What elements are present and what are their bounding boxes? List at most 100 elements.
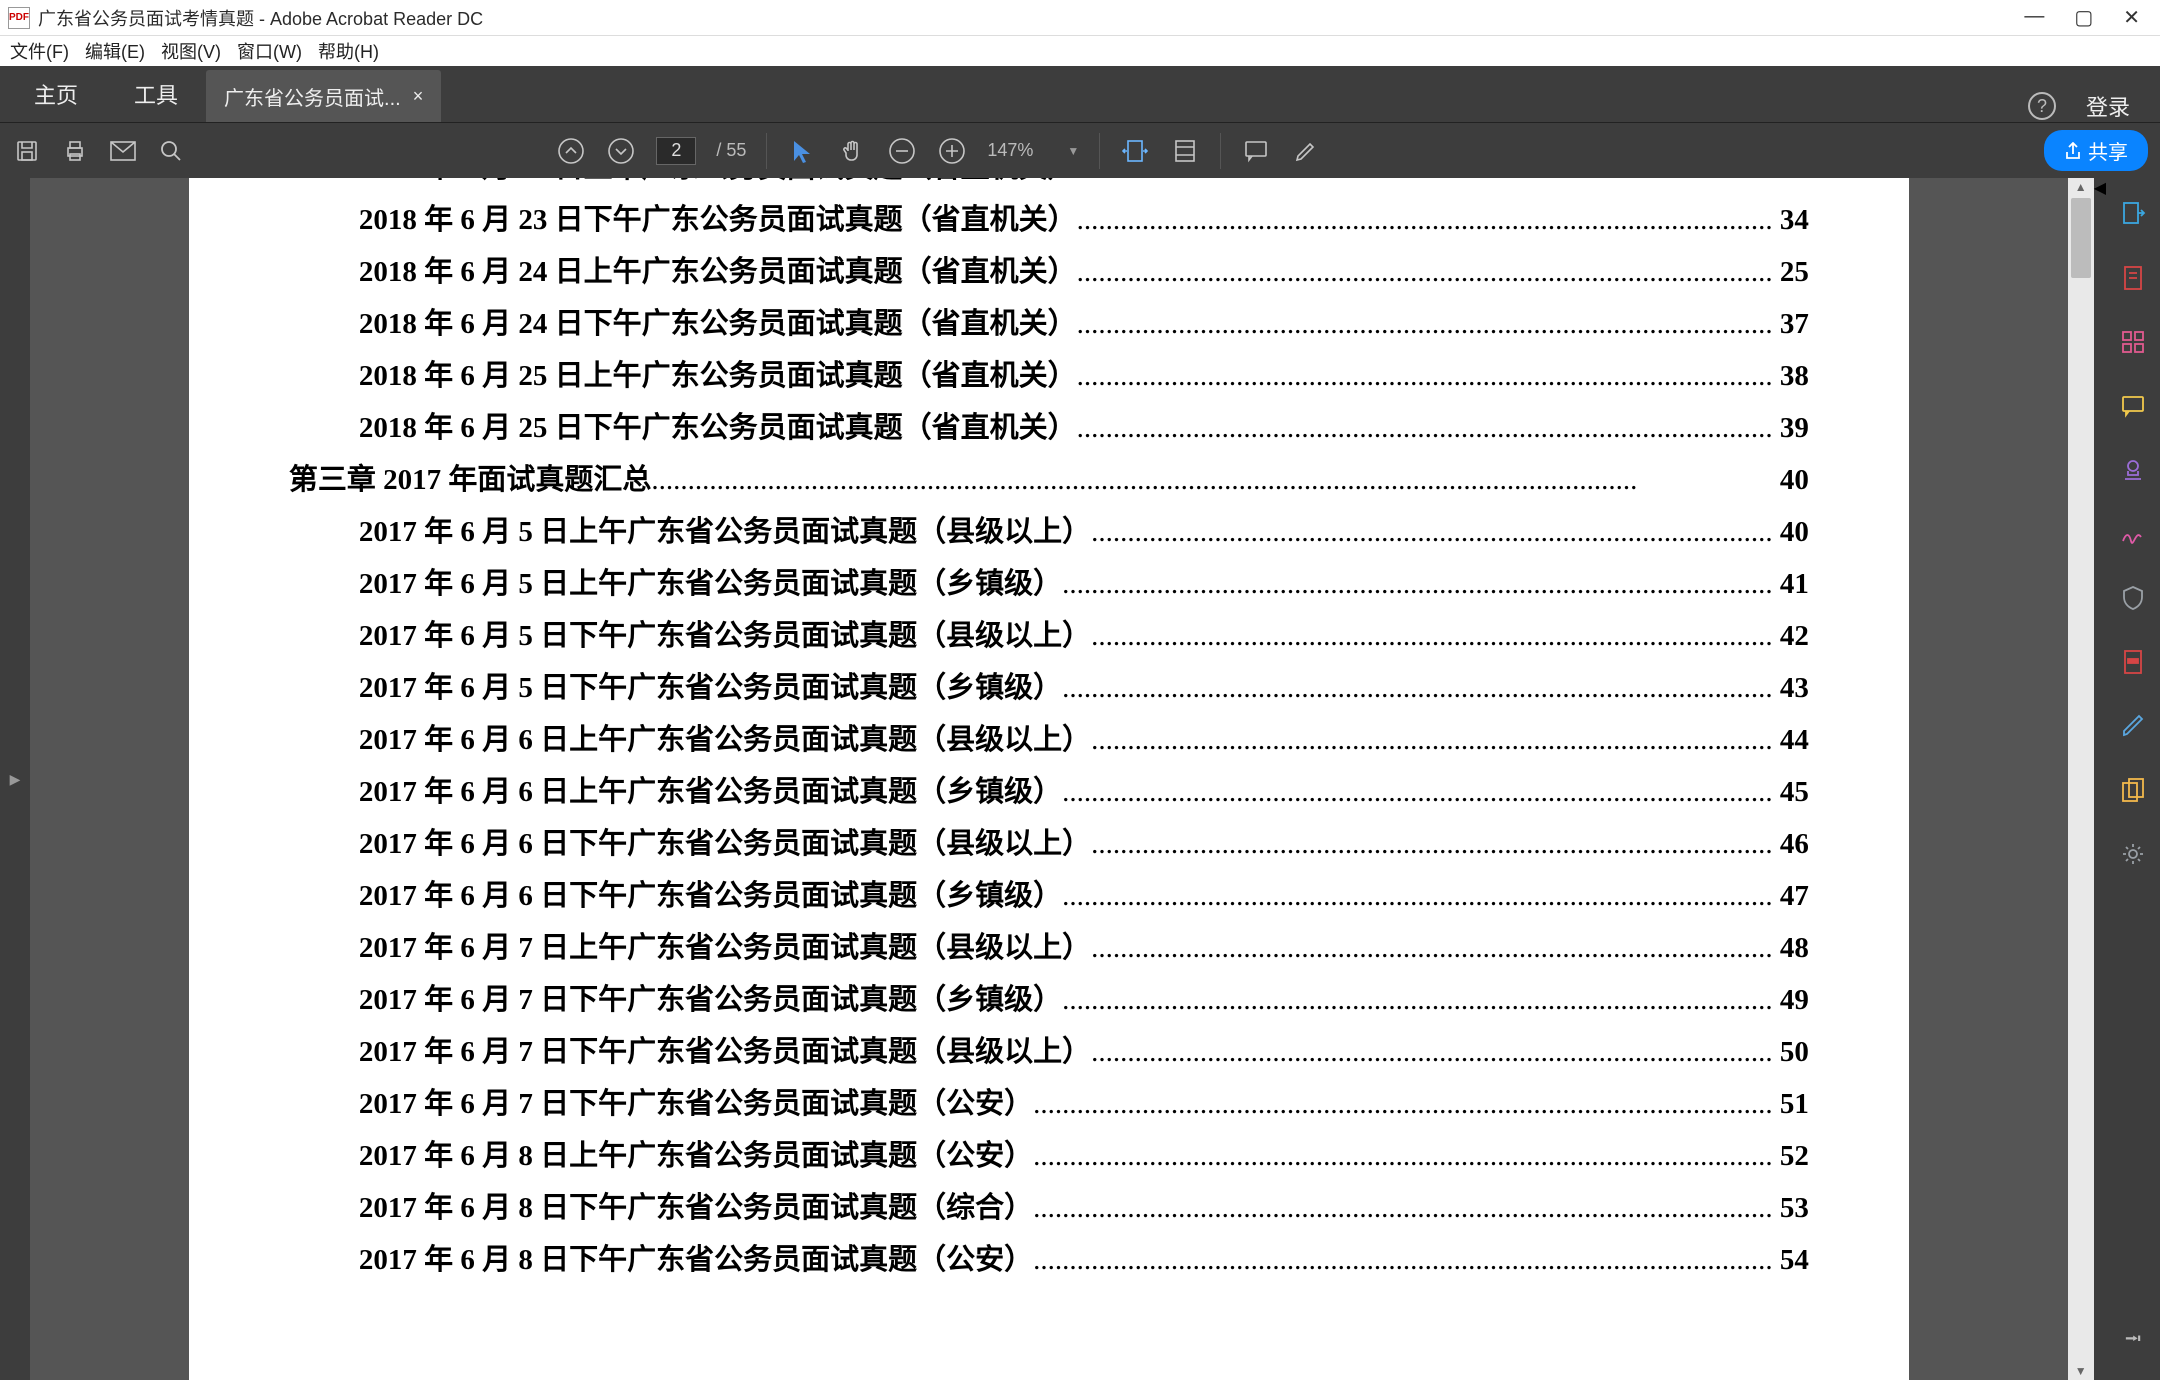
share-label: 共享 bbox=[2088, 136, 2128, 165]
toc-text: 2017 年 6 月 5 日上午广东省公务员面试真题（县级以上） bbox=[359, 506, 1091, 558]
minimize-button[interactable]: — bbox=[2024, 5, 2044, 30]
toc-dots bbox=[1091, 1026, 1774, 1078]
help-icon[interactable]: ? bbox=[2028, 92, 2056, 120]
page-viewport[interactable]: 2018 年 6 月 23 日上午广东公务员面试真题（省直机关） 322018 … bbox=[30, 178, 2068, 1380]
toc-row[interactable]: 2017 年 6 月 8 日下午广东省公务员面试真题（综合） 53 bbox=[289, 1182, 1809, 1234]
toc-row[interactable]: 2017 年 6 月 5 日下午广东省公务员面试真题（县级以上） 42 bbox=[289, 610, 1809, 662]
comment-rail-icon[interactable] bbox=[2119, 392, 2147, 420]
tabbar: 主页 工具 广东省公务员面试... × ? 登录 bbox=[0, 66, 2160, 122]
login-button[interactable]: 登录 bbox=[2086, 90, 2130, 122]
toolbar: / 55 147% ▼ 共享 bbox=[0, 122, 2160, 178]
save-icon[interactable] bbox=[12, 136, 42, 166]
toc-row[interactable]: 2018 年 6 月 25 日上午广东公务员面试真题（省直机关） 38 bbox=[289, 350, 1809, 402]
menu-file[interactable]: 文件(F) bbox=[6, 36, 73, 66]
redact-icon[interactable] bbox=[2119, 648, 2147, 676]
toc-dots bbox=[1062, 870, 1774, 922]
toc-page-number: 25 bbox=[1774, 246, 1809, 298]
stamp-icon[interactable] bbox=[2119, 456, 2147, 484]
toc-text: 第三章 2017 年面试真题汇总 bbox=[289, 454, 652, 506]
email-icon[interactable] bbox=[108, 136, 138, 166]
toc-page-number: 41 bbox=[1774, 558, 1809, 610]
page-number-input[interactable] bbox=[656, 137, 696, 165]
toc-page-number: 38 bbox=[1774, 350, 1809, 402]
toc-dots bbox=[1091, 610, 1774, 662]
toc-row[interactable]: 2017 年 6 月 6 日下午广东省公务员面试真题（乡镇级） 47 bbox=[289, 870, 1809, 922]
zoom-dropdown-icon[interactable]: ▼ bbox=[1067, 144, 1079, 158]
tab-document[interactable]: 广东省公务员面试... × bbox=[206, 70, 441, 122]
scroll-down-icon[interactable]: ▼ bbox=[2068, 1364, 2094, 1378]
toc-row[interactable]: 2017 年 6 月 7 日下午广东省公务员面试真题（县级以上） 50 bbox=[289, 1026, 1809, 1078]
sign-icon[interactable] bbox=[2119, 520, 2147, 548]
more-tools-icon[interactable] bbox=[2119, 840, 2147, 868]
toc-row[interactable]: 2017 年 6 月 6 日上午广东省公务员面试真题（县级以上） 44 bbox=[289, 714, 1809, 766]
toc-page-number: 53 bbox=[1774, 1182, 1809, 1234]
tab-home[interactable]: 主页 bbox=[6, 66, 106, 122]
fit-width-icon[interactable] bbox=[1120, 136, 1150, 166]
hand-icon[interactable] bbox=[837, 136, 867, 166]
toc-page-number: 51 bbox=[1774, 1078, 1809, 1130]
scroll-thumb[interactable] bbox=[2071, 198, 2091, 278]
toc-row[interactable]: 2018 年 6 月 23 日上午广东公务员面试真题（省直机关） 32 bbox=[289, 178, 1809, 194]
toc-row[interactable]: 2017 年 6 月 5 日下午广东省公务员面试真题（乡镇级） 43 bbox=[289, 662, 1809, 714]
comment-icon[interactable] bbox=[1241, 136, 1271, 166]
tab-tools[interactable]: 工具 bbox=[106, 66, 206, 122]
toc-text: 2017 年 6 月 6 日上午广东省公务员面试真题（乡镇级） bbox=[359, 766, 1062, 818]
collapse-rail-icon[interactable]: ⭲ bbox=[2125, 1322, 2142, 1360]
print-icon[interactable] bbox=[60, 136, 90, 166]
toc-row[interactable]: 2017 年 6 月 7 日下午广东省公务员面试真题（公安） 51 bbox=[289, 1078, 1809, 1130]
right-panel-toggle[interactable]: ◀ bbox=[2094, 178, 2106, 1380]
toc-row[interactable]: 2017 年 6 月 6 日上午广东省公务员面试真题（乡镇级） 45 bbox=[289, 766, 1809, 818]
toc-dots bbox=[1033, 1130, 1774, 1182]
toc-text: 2017 年 6 月 8 日下午广东省公务员面试真题（公安） bbox=[359, 1234, 1033, 1286]
toc-row[interactable]: 2018 年 6 月 24 日上午广东公务员面试真题（省直机关） 25 bbox=[289, 246, 1809, 298]
close-button[interactable]: ✕ bbox=[2123, 5, 2140, 30]
scroll-up-icon[interactable]: ▲ bbox=[2068, 180, 2094, 194]
page-up-icon[interactable] bbox=[556, 136, 586, 166]
cursor-icon[interactable] bbox=[787, 136, 817, 166]
edit-icon[interactable] bbox=[2119, 712, 2147, 740]
combine-icon[interactable] bbox=[2119, 776, 2147, 804]
toc-text: 2018 年 6 月 23 日下午广东公务员面试真题（省直机关） bbox=[359, 194, 1077, 246]
toc-text: 2017 年 6 月 8 日下午广东省公务员面试真题（综合） bbox=[359, 1182, 1033, 1234]
zoom-label: 147% bbox=[987, 140, 1047, 161]
toc-row[interactable]: 第三章 2017 年面试真题汇总 40 bbox=[289, 454, 1809, 506]
toc-row[interactable]: 2018 年 6 月 23 日下午广东公务员面试真题（省直机关） 34 bbox=[289, 194, 1809, 246]
toc-text: 2018 年 6 月 25 日下午广东公务员面试真题（省直机关） bbox=[359, 402, 1077, 454]
protect-icon[interactable] bbox=[2119, 584, 2147, 612]
toc-dots bbox=[1091, 714, 1774, 766]
share-button[interactable]: 共享 bbox=[2044, 130, 2148, 171]
search-icon[interactable] bbox=[156, 136, 186, 166]
toc-page-number: 46 bbox=[1774, 818, 1809, 870]
menubar: 文件(F) 编辑(E) 视图(V) 窗口(W) 帮助(H) bbox=[0, 36, 2160, 66]
fit-page-icon[interactable] bbox=[1170, 136, 1200, 166]
toc-row[interactable]: 2017 年 6 月 8 日上午广东省公务员面试真题（公安） 52 bbox=[289, 1130, 1809, 1182]
toc-dots bbox=[1062, 766, 1774, 818]
left-panel-toggle[interactable]: ▶ bbox=[0, 178, 30, 1380]
maximize-button[interactable]: ▢ bbox=[2074, 5, 2093, 30]
menu-window[interactable]: 窗口(W) bbox=[233, 36, 306, 66]
toc-row[interactable]: 2017 年 6 月 7 日下午广东省公务员面试真题（乡镇级） 49 bbox=[289, 974, 1809, 1026]
highlight-icon[interactable] bbox=[1291, 136, 1321, 166]
toc-dots bbox=[1033, 1234, 1774, 1286]
toolbar-divider bbox=[1220, 133, 1221, 169]
toc-row[interactable]: 2018 年 6 月 25 日下午广东公务员面试真题（省直机关） 39 bbox=[289, 402, 1809, 454]
tab-close-icon[interactable]: × bbox=[413, 86, 424, 107]
toc-row[interactable]: 2017 年 6 月 7 日上午广东省公务员面试真题（县级以上） 48 bbox=[289, 922, 1809, 974]
toc-dots bbox=[1091, 922, 1774, 974]
organize-icon[interactable] bbox=[2119, 328, 2147, 356]
toc-row[interactable]: 2017 年 6 月 5 日上午广东省公务员面试真题（县级以上） 40 bbox=[289, 506, 1809, 558]
zoom-in-icon[interactable] bbox=[937, 136, 967, 166]
page-down-icon[interactable] bbox=[606, 136, 636, 166]
toc-row[interactable]: 2018 年 6 月 24 日下午广东公务员面试真题（省直机关） 37 bbox=[289, 298, 1809, 350]
menu-view[interactable]: 视图(V) bbox=[157, 36, 225, 66]
menu-help[interactable]: 帮助(H) bbox=[314, 36, 383, 66]
zoom-out-icon[interactable] bbox=[887, 136, 917, 166]
toc-row[interactable]: 2017 年 6 月 8 日下午广东省公务员面试真题（公安） 54 bbox=[289, 1234, 1809, 1286]
toc-text: 2018 年 6 月 25 日上午广东公务员面试真题（省直机关） bbox=[359, 350, 1077, 402]
create-pdf-icon[interactable] bbox=[2119, 264, 2147, 292]
export-pdf-icon[interactable] bbox=[2119, 200, 2147, 228]
menu-edit[interactable]: 编辑(E) bbox=[81, 36, 149, 66]
toc-row[interactable]: 2017 年 6 月 6 日下午广东省公务员面试真题（县级以上） 46 bbox=[289, 818, 1809, 870]
vertical-scrollbar[interactable]: ▲ ▼ bbox=[2068, 178, 2094, 1380]
toc-row[interactable]: 2017 年 6 月 5 日上午广东省公务员面试真题（乡镇级） 41 bbox=[289, 558, 1809, 610]
